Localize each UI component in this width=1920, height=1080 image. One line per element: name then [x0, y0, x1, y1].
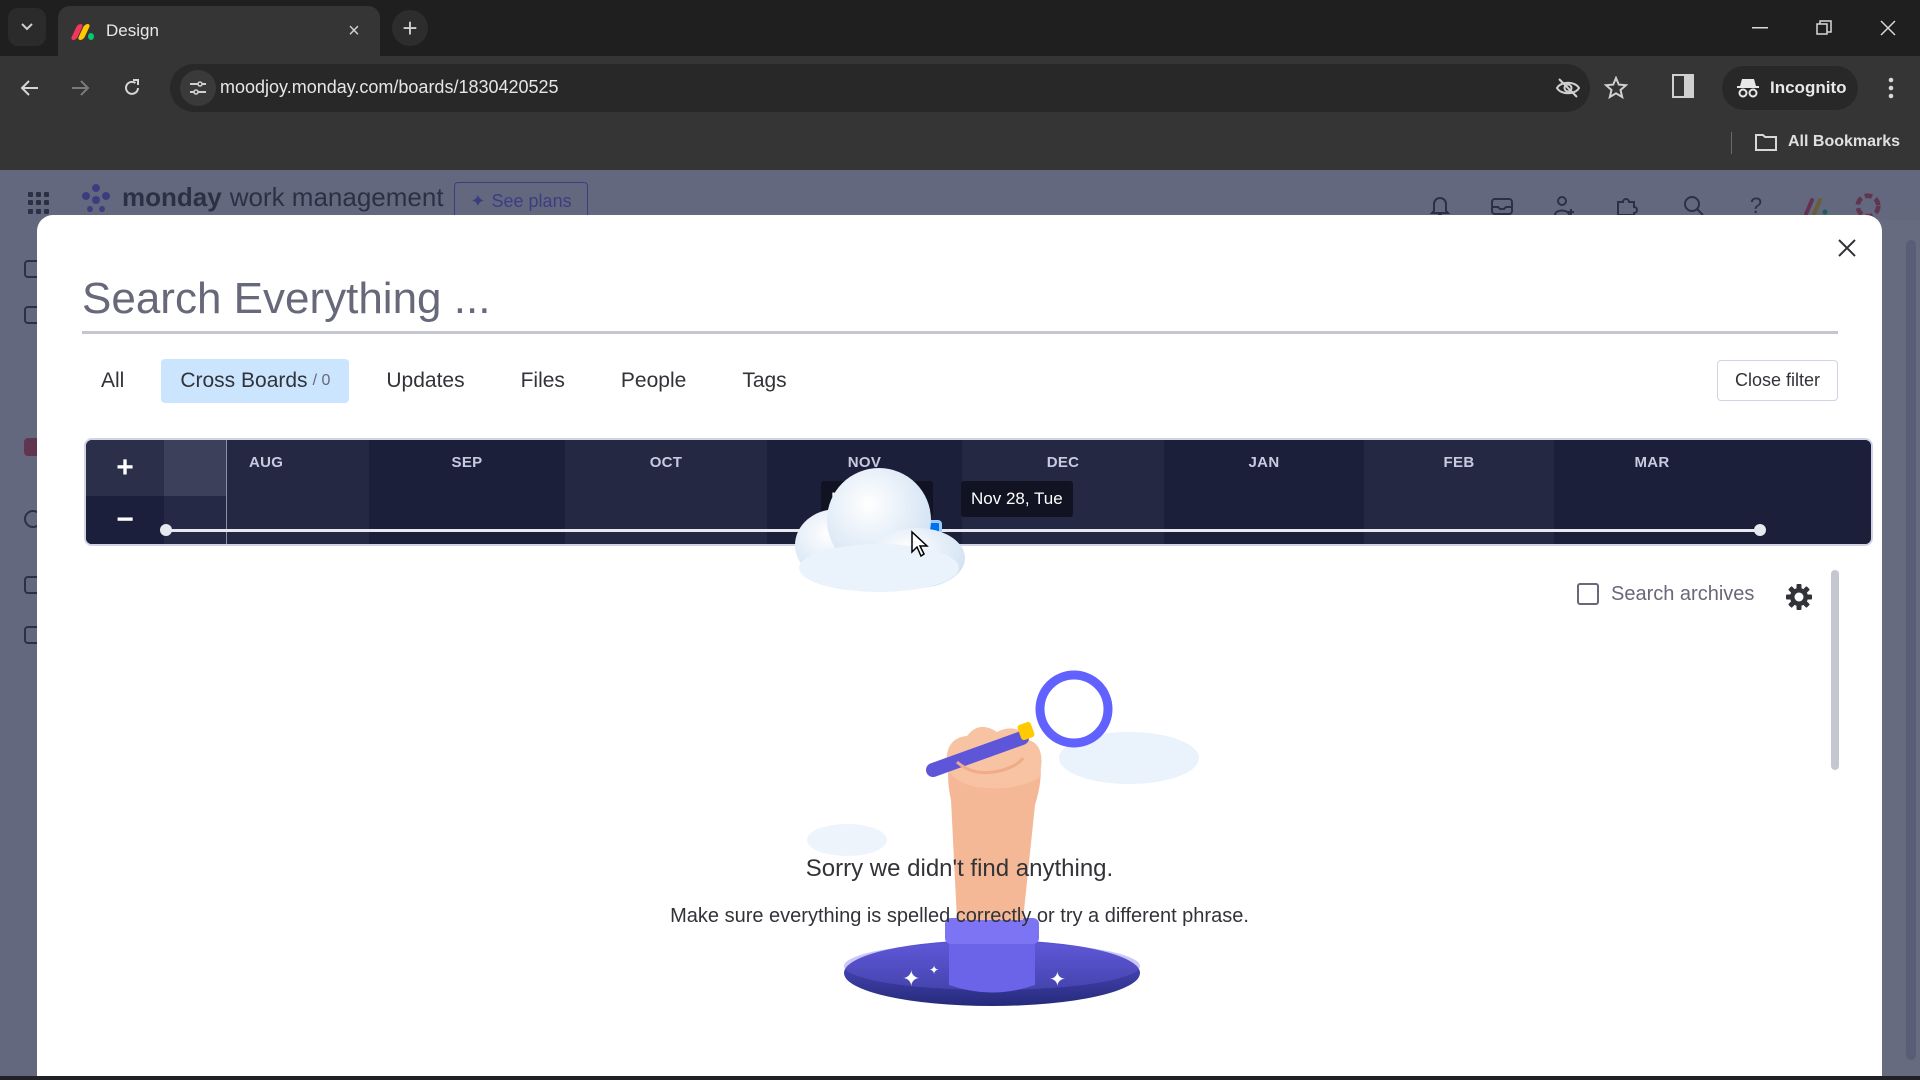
taskbar-edge — [0, 1076, 1920, 1080]
bookmarks-divider — [1731, 132, 1732, 154]
page-scrollbar[interactable] — [1906, 240, 1916, 1060]
tab-label: All — [101, 369, 125, 392]
forward-button[interactable] — [62, 70, 98, 106]
mouse-cursor-icon — [911, 530, 929, 558]
empty-search-illustration: ✦ ✦ ✦ — [795, 468, 1199, 1006]
month-label: FEB — [1443, 454, 1475, 471]
bookmark-star-icon[interactable] — [1602, 74, 1630, 102]
back-button[interactable] — [12, 70, 48, 106]
empty-state-title: Sorry we didn't find anything. — [805, 855, 1114, 882]
browser-menu-button[interactable] — [1876, 70, 1906, 106]
all-bookmarks-button[interactable]: All Bookmarks — [1754, 128, 1900, 156]
svg-text:✦: ✦ — [902, 966, 920, 991]
search-archives-checkbox[interactable] — [1577, 583, 1599, 605]
tab-label: Files — [520, 369, 565, 392]
tab-title: Design — [106, 21, 159, 40]
tab-close-icon[interactable]: × — [342, 20, 366, 43]
arrow-left-icon — [20, 80, 38, 96]
all-bookmarks-label: All Bookmarks — [1788, 133, 1901, 150]
background-cloud — [807, 824, 887, 856]
close-icon — [1838, 239, 1856, 257]
browser-toolbar: moodjoy.monday.com/boards/1830420525 Inc… — [0, 56, 1920, 120]
tab-all[interactable]: All — [82, 359, 143, 403]
zoom-out-button[interactable]: − — [86, 496, 164, 544]
search-everything-modal: All Cross Boards/ 0 Updates Files People… — [37, 215, 1882, 1080]
reload-button[interactable] — [114, 70, 150, 106]
svg-text:✦: ✦ — [1049, 969, 1066, 991]
url-text[interactable]: moodjoy.monday.com/boards/1830420525 — [220, 77, 559, 98]
monday-favicon-icon — [70, 22, 94, 40]
zoom-in-button[interactable]: + — [86, 440, 164, 496]
tab-label: Cross Boards — [180, 369, 308, 392]
tab-tags[interactable]: Tags — [723, 359, 805, 403]
close-window-button[interactable] — [1856, 0, 1920, 56]
tab-count: / 0 — [312, 372, 331, 389]
search-archives-label: Search archives — [1611, 582, 1755, 605]
more-vertical-icon — [1888, 77, 1894, 99]
restore-icon — [1816, 20, 1832, 35]
address-bar[interactable]: moodjoy.monday.com/boards/1830420525 — [170, 64, 1628, 112]
range-max-handle[interactable] — [1754, 524, 1766, 536]
reload-icon — [125, 79, 139, 95]
incognito-icon — [1737, 79, 1759, 98]
month-label: JAN — [1248, 454, 1280, 471]
search-archives-option[interactable]: Search archives — [1577, 580, 1754, 608]
foreground-cloud — [795, 468, 965, 592]
minimize-button[interactable] — [1728, 0, 1792, 56]
month-label: SEP — [451, 454, 483, 471]
incognito-label: Incognito — [1770, 78, 1847, 97]
tab-updates[interactable]: Updates — [367, 359, 483, 403]
tab-label: Updates — [386, 369, 465, 392]
new-tab-button[interactable]: + — [392, 10, 428, 46]
tab-label: People — [620, 369, 687, 392]
chevron-down-icon — [21, 23, 33, 31]
filter-tabs: All Cross Boards/ 0 Updates Files People… — [82, 359, 824, 403]
svg-text:✦: ✦ — [929, 963, 939, 977]
bookmarks-bar: All Bookmarks — [0, 120, 1920, 170]
arrow-right-icon — [72, 80, 90, 96]
modal-close-button[interactable] — [1832, 233, 1862, 263]
timeline-pre-column-header — [164, 440, 226, 496]
modal-scrollbar[interactable] — [1831, 570, 1839, 770]
close-icon — [1880, 20, 1896, 36]
tab-label: Tags — [742, 369, 787, 392]
month-label: OCT — [649, 454, 683, 471]
folder-icon — [1755, 134, 1777, 151]
tab-people[interactable]: People — [602, 359, 705, 403]
tab-files[interactable]: Files — [502, 359, 584, 403]
side-panel-icon[interactable] — [1672, 74, 1694, 102]
magnifier-lens — [1035, 670, 1113, 748]
search-everything-input[interactable] — [82, 267, 1838, 331]
incognito-badge[interactable]: Incognito — [1722, 66, 1858, 110]
browser-tab-strip: Design × + — [0, 0, 1920, 56]
empty-state-subtitle: Make sure everything is spelled correctl… — [670, 905, 1249, 927]
tab-cross-boards[interactable]: Cross Boards/ 0 — [161, 359, 350, 403]
site-settings-icon[interactable] — [180, 70, 216, 106]
eye-off-icon[interactable] — [1554, 74, 1582, 102]
search-underline — [82, 331, 1838, 334]
gear-icon[interactable] — [1785, 583, 1813, 611]
browser-tab[interactable]: Design × — [58, 6, 380, 56]
tab-search-button[interactable] — [8, 8, 46, 46]
restore-button[interactable] — [1792, 0, 1856, 56]
month-label: AUG — [249, 454, 284, 471]
month-label: MAR — [1634, 454, 1670, 471]
range-min-handle[interactable] — [160, 524, 172, 536]
close-filter-button[interactable]: Close filter — [1717, 360, 1838, 401]
minimize-icon — [1752, 27, 1768, 29]
